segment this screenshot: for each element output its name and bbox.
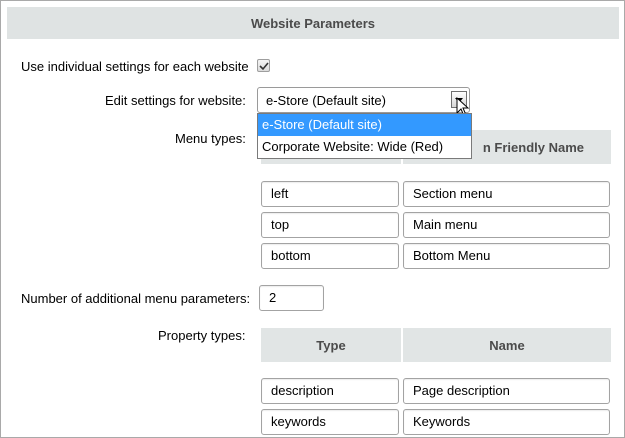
additional-params-input[interactable]: 2: [259, 285, 324, 311]
individual-settings-label: Use individual settings for each website: [21, 59, 249, 74]
menu-name-input[interactable]: Bottom Menu: [403, 243, 610, 269]
menu-col-name-text: n Friendly Name: [482, 139, 584, 155]
menu-type-input[interactable]: top: [261, 212, 399, 238]
property-col-name-text: Name: [489, 337, 525, 353]
settings-panel: Website Parameters Use individual settin…: [0, 0, 625, 438]
menu-type-input[interactable]: bottom: [261, 243, 399, 269]
website-select[interactable]: e-Store (Default site): [257, 87, 470, 113]
property-types-label: Property types:: [158, 328, 246, 343]
menu-name-input[interactable]: Main menu: [403, 212, 610, 238]
website-select-label: Edit settings for website:: [105, 93, 246, 108]
website-dropdown-list: e-Store (Default site) Corporate Website…: [257, 113, 472, 159]
additional-params-label: Number of additional menu parameters:: [21, 291, 251, 306]
property-name-input[interactable]: Keywords: [403, 409, 610, 435]
checkmark-icon: [259, 62, 269, 71]
property-col-type-text: Type: [316, 337, 346, 353]
property-type-input[interactable]: description: [261, 378, 399, 404]
menu-name-input[interactable]: Section menu: [403, 181, 610, 207]
menu-type-input[interactable]: left: [261, 181, 399, 207]
website-select-value: e-Store (Default site): [266, 93, 386, 108]
property-type-input[interactable]: keywords: [261, 409, 399, 435]
property-col-name-header: Name: [403, 328, 611, 362]
dropdown-option-corporate[interactable]: Corporate Website: Wide (Red): [258, 136, 471, 158]
property-name-input[interactable]: Page description: [403, 378, 610, 404]
section-header: Website Parameters: [7, 7, 619, 39]
section-title: Website Parameters: [250, 15, 376, 31]
individual-settings-checkbox[interactable]: [257, 59, 270, 72]
menu-types-label: Menu types:: [175, 131, 246, 146]
dropdown-option-estore[interactable]: e-Store (Default site): [258, 114, 471, 136]
property-col-type-header: Type: [261, 328, 401, 362]
